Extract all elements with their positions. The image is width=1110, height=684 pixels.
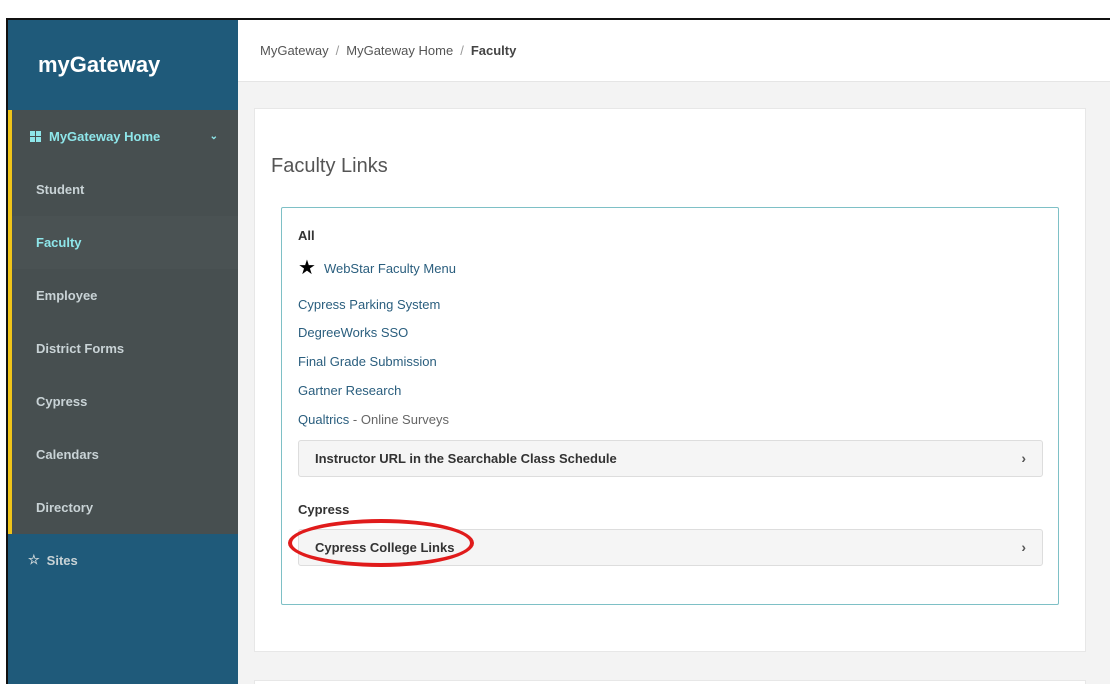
sidebar-item-label: Sites <box>46 552 78 568</box>
accordion-label: Instructor URL in the Searchable Class S… <box>315 451 617 466</box>
links-panel: All ★ WebStar Faculty Menu Cypress Parki… <box>281 207 1059 605</box>
app-frame: myGateway MyGateway Home ⌄ Student Facul… <box>6 18 1110 684</box>
sidebar-item-employee[interactable]: Employee <box>12 269 238 322</box>
sidebar-item-mygateway-home[interactable]: MyGateway Home ⌄ <box>12 110 238 163</box>
sidebar-item-label: Faculty <box>36 235 82 250</box>
section-label-cypress: Cypress <box>298 502 350 517</box>
sidebar-item-faculty[interactable]: Faculty <box>8 216 238 269</box>
secondary-card <box>254 680 1086 684</box>
link-gartner-research[interactable]: Gartner Research <box>298 383 401 398</box>
chevron-right-icon: › <box>1021 450 1026 466</box>
sidebar-item-district-forms[interactable]: District Forms <box>12 322 238 375</box>
accordion-instructor-url[interactable]: Instructor URL in the Searchable Class S… <box>298 440 1043 477</box>
breadcrumb-separator: / <box>335 43 340 58</box>
link-webstar-faculty-menu[interactable]: ★ WebStar Faculty Menu <box>298 258 456 278</box>
link-label: WebStar Faculty Menu <box>323 260 456 276</box>
chevron-right-icon: › <box>1021 539 1026 555</box>
sidebar-item-label: Employee <box>36 288 98 303</box>
link-degreeworks-sso[interactable]: DegreeWorks SSO <box>298 325 408 340</box>
page-title: Faculty Links <box>271 155 388 177</box>
accordion-cypress-college-links[interactable]: Cypress College Links › <box>298 529 1043 566</box>
sidebar-item-student[interactable]: Student <box>12 163 238 216</box>
link-cypress-parking-system[interactable]: Cypress Parking System <box>298 297 440 312</box>
sidebar-item-label: Cypress <box>36 394 88 409</box>
sidebar-item-calendars[interactable]: Calendars <box>12 428 238 481</box>
sidebar-item-label: Directory <box>36 500 94 515</box>
star-icon: ★ <box>298 257 316 279</box>
sidebar-item-label: Calendars <box>36 447 99 462</box>
sidebar-item-label: District Forms <box>36 341 125 356</box>
sidebar: myGateway MyGateway Home ⌄ Student Facul… <box>8 20 238 684</box>
chevron-down-icon[interactable]: ⌄ <box>210 131 218 142</box>
sidebar-item-label: MyGateway Home <box>49 129 161 144</box>
breadcrumb-link-mygateway[interactable]: MyGateway <box>260 43 329 58</box>
brand-logo[interactable]: myGateway <box>8 20 238 110</box>
breadcrumb: MyGateway / MyGateway Home / Faculty <box>238 20 1110 82</box>
faculty-links-card: Faculty Links All ★ WebStar Faculty Menu… <box>254 108 1086 652</box>
sidebar-item-cypress[interactable]: Cypress <box>12 375 238 428</box>
link-label: Qualtrics <box>298 412 350 427</box>
sidebar-item-directory[interactable]: Directory <box>12 481 238 534</box>
breadcrumb-current: Faculty <box>470 43 517 58</box>
grid-icon <box>30 131 41 142</box>
section-label-all: All <box>298 228 315 243</box>
sidebar-item-label: Student <box>36 182 85 197</box>
link-suffix: - Online Surveys <box>349 412 449 427</box>
breadcrumb-separator: / <box>460 43 464 58</box>
star-outline-icon: ☆ <box>28 552 40 567</box>
accordion-label: Cypress College Links <box>315 540 455 555</box>
sidebar-nav: MyGateway Home ⌄ Student Faculty Employe… <box>8 110 238 534</box>
sidebar-item-sites[interactable]: ☆ Sites <box>8 540 238 580</box>
link-final-grade-submission[interactable]: Final Grade Submission <box>298 354 437 369</box>
breadcrumb-link-mygateway-home[interactable]: MyGateway Home <box>346 43 453 58</box>
link-qualtrics[interactable]: Qualtrics - Online Surveys <box>298 412 449 427</box>
